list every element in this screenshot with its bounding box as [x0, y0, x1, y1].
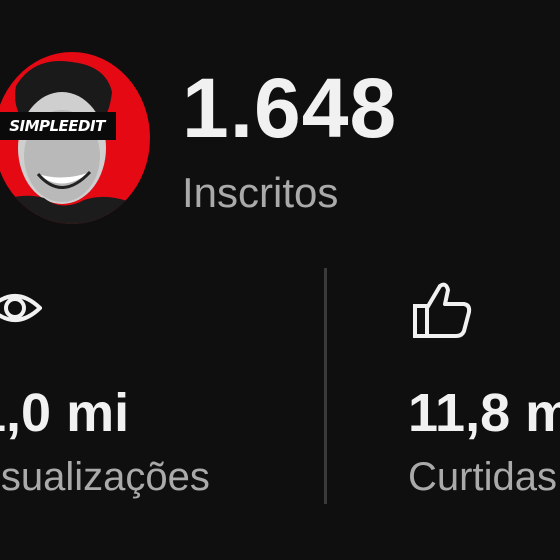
likes-label: Curtidas [408, 455, 557, 499]
likes-stat: 11,8 mil Curtidas [328, 0, 560, 560]
channel-stats-screen: SIMPLEEDIT 1.648 Inscritos 1,0 mi Visual… [0, 0, 560, 560]
thumbs-up-icon [412, 280, 474, 345]
views-value: 1,0 mi [0, 383, 130, 443]
views-stat: 1,0 mi Visualizações [0, 0, 324, 560]
likes-value: 11,8 mil [408, 383, 560, 443]
views-label: Visualizações [0, 455, 210, 499]
eye-icon [0, 286, 43, 335]
stats-divider [324, 268, 327, 504]
